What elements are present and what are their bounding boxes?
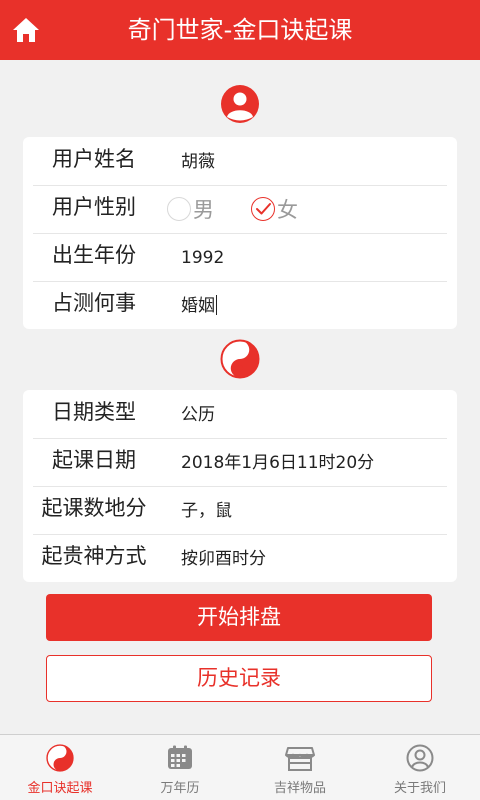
date-type-value[interactable]: 公历 [181,390,215,438]
date-type-label: 日期类型 [52,400,136,424]
yin-yang-icon [220,339,260,379]
gender-radio-male[interactable]: 男 [167,197,214,222]
tab-about-us[interactable]: 关于我们 [360,735,480,800]
tab-label: 吉祥物品 [273,781,326,796]
start-date-label: 起课日期 [52,448,136,472]
question-label: 占测何事 [52,291,136,315]
name-row: 用户姓名 胡薇 [23,137,457,185]
home-icon [13,18,39,42]
bottom-tab-bar: 金口诀起课 万年历 吉祥物品 关于我们 [0,734,480,800]
gender-radio-female[interactable]: 女 [251,197,298,222]
radio-circle-icon [167,197,191,221]
earth-branch-label: 起课数地分 [41,496,147,520]
calendar-icon [165,743,195,773]
page-title: 奇门世家-金口诀起课 [127,16,353,44]
start-chart-button[interactable]: 开始排盘 [46,594,432,641]
date-type-row[interactable]: 日期类型 公历 [23,390,457,438]
gender-male-label: 男 [193,198,214,222]
shop-icon [285,743,315,773]
yin-yang-icon [45,743,75,773]
earth-branch-row[interactable]: 起课数地分 子，鼠 [23,486,457,534]
history-button[interactable]: 历史记录 [46,655,432,702]
date-info-card: 日期类型 公历 起课日期 2018年1月6日11时20分 起课数地分 子，鼠 起… [23,390,457,582]
user-circle-icon [405,743,435,773]
app-header: 奇门世家-金口诀起课 [0,0,480,60]
user-avatar-icon [220,84,260,124]
gender-row: 用户性别 男 女 [23,185,457,233]
name-label: 用户姓名 [52,147,136,171]
start-date-row[interactable]: 起课日期 2018年1月6日11时20分 [23,438,457,486]
home-button[interactable] [8,12,44,48]
gender-female-label: 女 [277,198,298,222]
birth-year-row: 出生年份 1992 [23,233,457,281]
birth-year-input[interactable]: 1992 [181,233,224,281]
noble-method-row[interactable]: 起贵神方式 按卯酉时分 [23,534,457,582]
tab-label: 金口诀起课 [27,781,93,796]
tab-jinkoujue[interactable]: 金口诀起课 [0,735,120,800]
noble-method-label: 起贵神方式 [41,544,147,568]
check-circle-icon [251,197,275,221]
birth-year-label: 出生年份 [52,243,136,267]
tab-calendar[interactable]: 万年历 [120,735,240,800]
noble-method-value[interactable]: 按卯酉时分 [181,534,266,582]
gender-label: 用户性别 [52,195,136,219]
earth-branch-value[interactable]: 子，鼠 [181,486,232,534]
tab-label: 关于我们 [393,781,446,796]
question-row: 占测何事 婚姻 [23,281,457,329]
tab-lucky-items[interactable]: 吉祥物品 [240,735,360,800]
name-input[interactable]: 胡薇 [181,137,215,185]
question-input[interactable]: 婚姻 [181,281,217,329]
start-date-value[interactable]: 2018年1月6日11时20分 [181,438,374,486]
tab-label: 万年历 [160,781,200,796]
user-info-card: 用户姓名 胡薇 用户性别 男 女 出生年份 1992 占测何事 婚姻 [23,137,457,329]
